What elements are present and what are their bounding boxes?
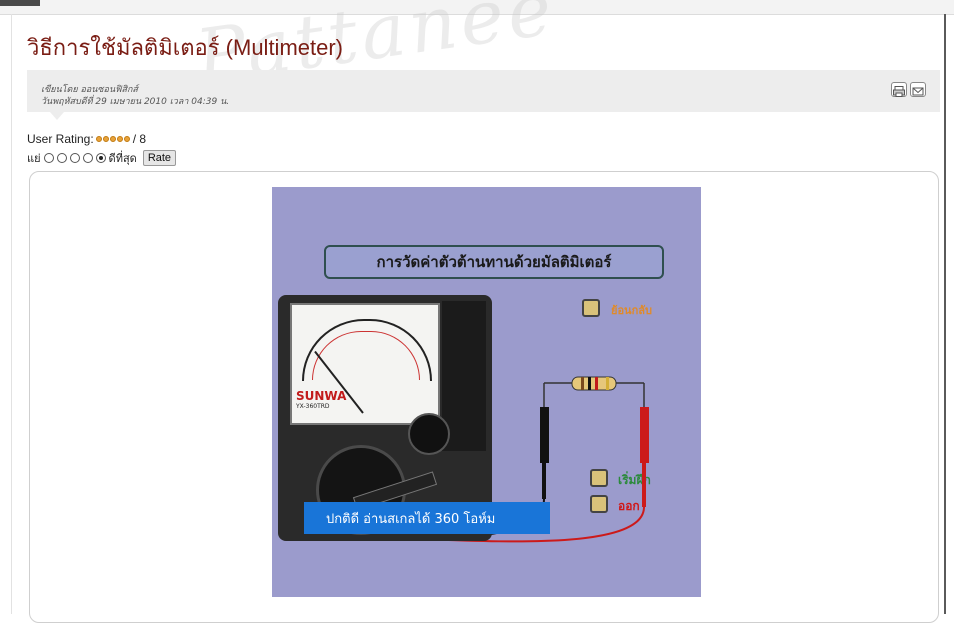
rate-radio-3[interactable] bbox=[69, 153, 80, 163]
zero-adjust-knob[interactable] bbox=[408, 413, 450, 455]
reading-display: ปกติดี อ่านสเกลได้ 360 โอห์ม bbox=[304, 502, 550, 534]
star-icon bbox=[123, 136, 130, 142]
meter-model: YX-360TRD bbox=[296, 403, 330, 410]
rating-stars bbox=[95, 136, 131, 142]
rate-radio-2[interactable] bbox=[56, 153, 67, 163]
star-icon bbox=[116, 136, 123, 142]
rate-form: แย่ ดีที่สุด Rate bbox=[27, 149, 177, 167]
left-divider bbox=[11, 14, 12, 614]
top-bar-accent bbox=[0, 0, 40, 6]
star-icon bbox=[109, 136, 116, 142]
meter-brand: SUNWA bbox=[296, 389, 347, 403]
date-line: วันพฤหัสบดีที่ 29 เมษายน 2010 เวลา 04:39… bbox=[41, 97, 230, 107]
rate-radio-5[interactable] bbox=[95, 153, 106, 163]
right-divider bbox=[944, 14, 946, 614]
top-bar bbox=[0, 0, 954, 15]
meter-scale-window: SUNWA YX-360TRD bbox=[290, 303, 440, 425]
meta-pointer bbox=[50, 112, 64, 120]
email-icon[interactable] bbox=[910, 82, 926, 97]
rate-radio-1[interactable] bbox=[43, 153, 54, 163]
rating-count: / 8 bbox=[132, 132, 147, 146]
flash-simulation[interactable]: การวัดค่าตัวต้านทานด้วยมัลติมิเตอร์ ย้อน… bbox=[272, 187, 701, 597]
rate-button[interactable]: Rate bbox=[142, 150, 177, 166]
article-tools bbox=[891, 82, 926, 97]
star-icon bbox=[102, 136, 109, 142]
page-title: วิธีการใช้มัลติมิเตอร์ (Multimeter) bbox=[27, 35, 344, 60]
rate-worst-label: แย่ bbox=[27, 153, 41, 165]
article-meta-bar: เขียนโดย ออนซอนฟิสิกส์ วันพฤหัสบดีที่ 29… bbox=[27, 70, 940, 112]
user-rating: User Rating: / 8 bbox=[27, 132, 146, 146]
rate-radio-4[interactable] bbox=[82, 153, 93, 163]
rating-label: User Rating: bbox=[27, 132, 94, 146]
star-icon bbox=[95, 136, 102, 142]
black-probe bbox=[540, 407, 549, 463]
rate-best-label: ดีที่สุด bbox=[108, 153, 137, 165]
red-probe bbox=[640, 407, 649, 463]
printer-icon[interactable] bbox=[891, 82, 907, 97]
